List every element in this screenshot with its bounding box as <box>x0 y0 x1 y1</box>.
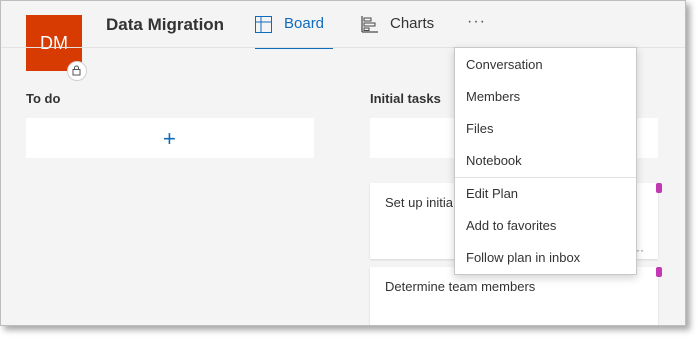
task-card[interactable]: Determine team members ··· <box>370 267 662 325</box>
planner-window: DM Data Migration Board Charts ··· To do… <box>0 0 686 326</box>
label-tag <box>656 183 662 193</box>
menu-item-notebook[interactable]: Notebook <box>455 144 636 176</box>
menu-item-edit-plan[interactable]: Edit Plan <box>455 177 636 209</box>
tab-board-label: Board <box>284 15 325 32</box>
column-title-todo: To do <box>26 91 61 106</box>
board-icon <box>255 16 272 37</box>
avatar-initials: DM <box>40 33 68 53</box>
tab-charts-label: Charts <box>390 15 435 32</box>
menu-item-add-to-favorites[interactable]: Add to favorites <box>455 209 636 241</box>
more-options-icon[interactable]: ··· <box>467 13 486 31</box>
menu-item-members[interactable]: Members <box>455 80 636 112</box>
task-more-icon[interactable]: ··· <box>632 321 644 325</box>
menu-item-files[interactable]: Files <box>455 112 636 144</box>
tab-charts[interactable]: Charts <box>361 15 434 47</box>
menu-item-follow-plan-in-inbox[interactable]: Follow plan in inbox <box>455 241 636 273</box>
more-options-menu: Conversation Members Files Notebook Edit… <box>454 47 637 275</box>
add-task-button[interactable]: + <box>26 118 314 158</box>
plan-header: DM Data Migration Board Charts ··· <box>1 1 685 81</box>
plan-title: Data Migration <box>106 15 225 34</box>
lock-icon <box>67 61 87 81</box>
charts-icon <box>361 16 378 37</box>
menu-item-conversation[interactable]: Conversation <box>455 48 636 80</box>
tab-board[interactable]: Board <box>255 15 333 49</box>
column-title-initial-tasks: Initial tasks <box>370 91 441 106</box>
task-title: Set up initia <box>385 195 453 210</box>
task-title: Determine team members <box>385 279 536 294</box>
plus-icon: + <box>163 126 176 151</box>
label-tag <box>656 267 662 277</box>
